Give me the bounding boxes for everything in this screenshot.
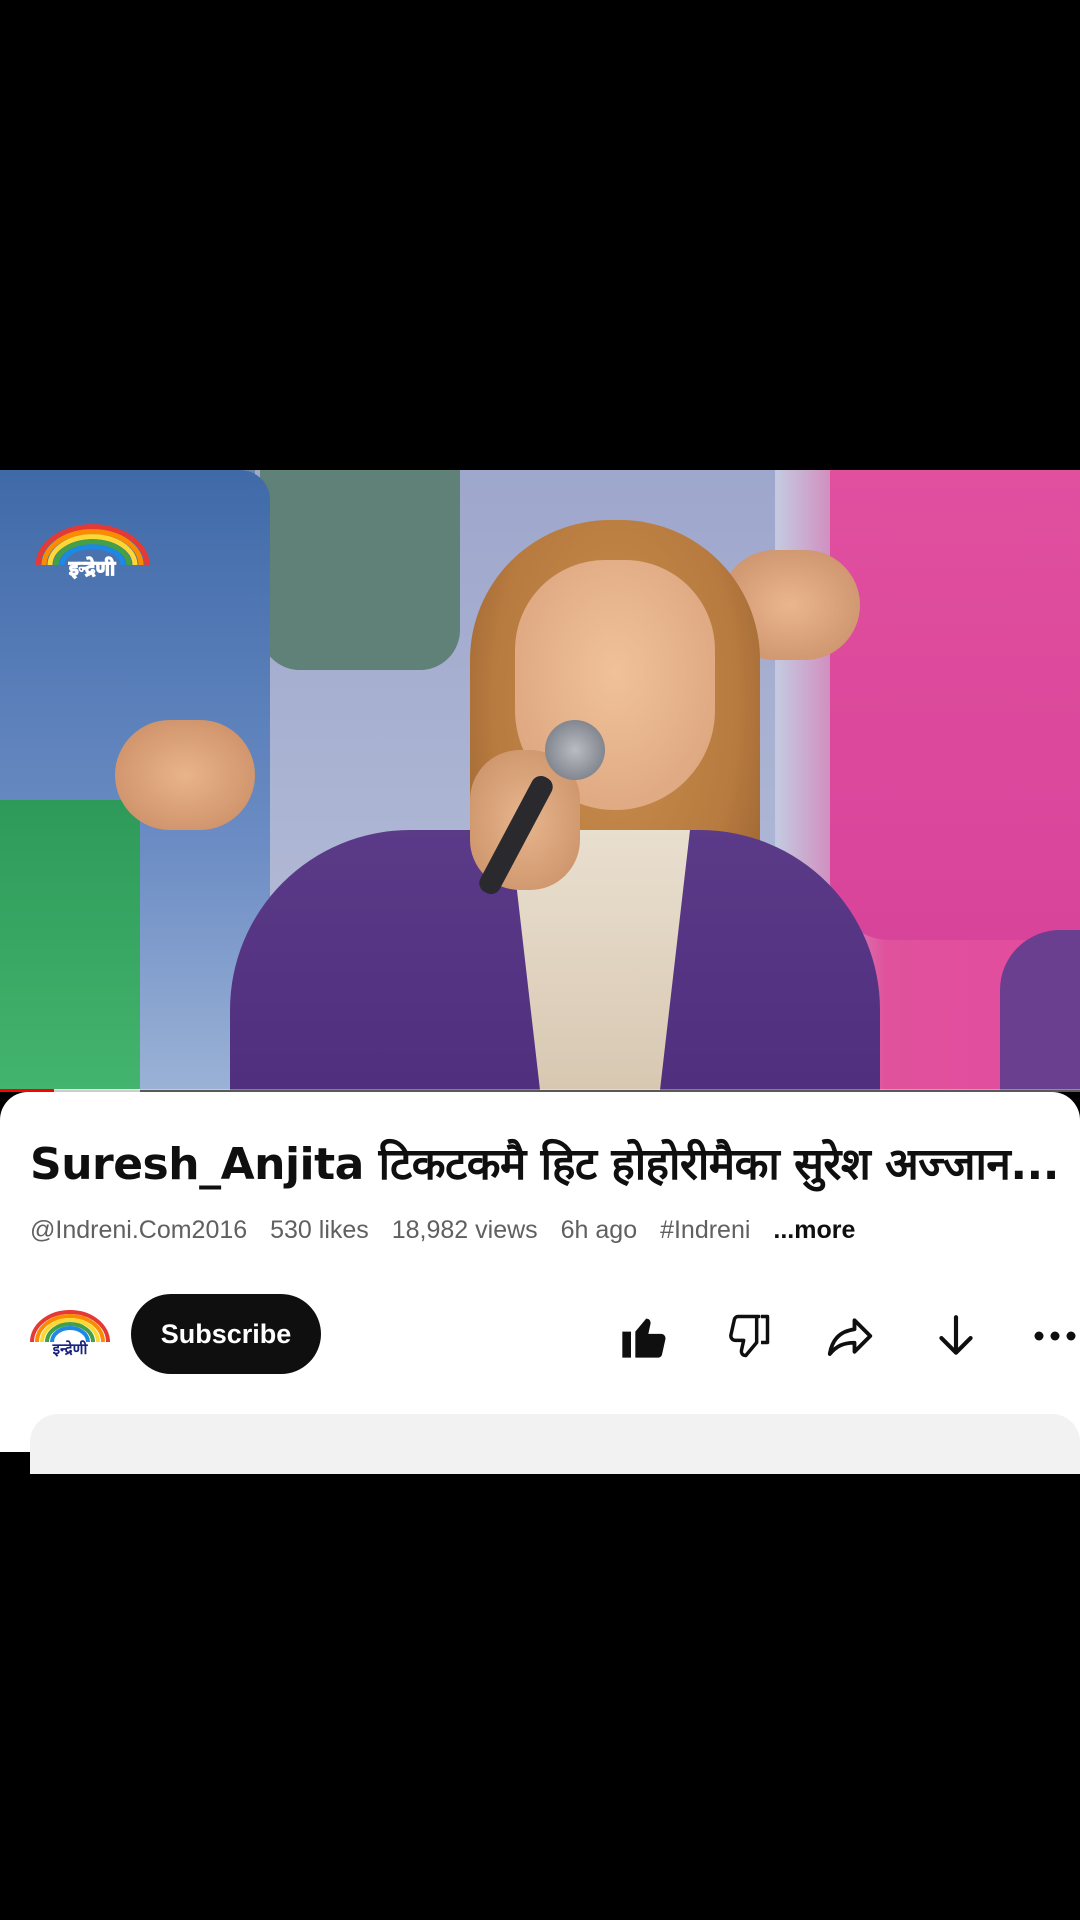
channel-avatar[interactable]: इन्द्रेणी [28, 1298, 112, 1368]
download-icon [939, 1315, 973, 1355]
video-frame-bg [830, 470, 1080, 940]
like-button[interactable] [614, 1306, 674, 1366]
subscribe-button[interactable]: Subscribe [131, 1294, 321, 1374]
microphone [545, 720, 605, 780]
video-frame-bg [260, 470, 460, 670]
video-info-panel: Suresh_Anjita टिकटकमै हिट होहोरीमैका सुर… [0, 1092, 1080, 1474]
channel-watermark-logo: इन्द्रेणी [35, 524, 150, 581]
more-button[interactable]: ...more [773, 1216, 855, 1244]
share-icon [827, 1318, 873, 1356]
action-row: इन्द्रेणी Subscribe [0, 1292, 1080, 1377]
video-player[interactable]: इन्द्रेणी [0, 470, 1080, 1090]
like-count: 530 likes [270, 1216, 369, 1244]
comments-preview[interactable] [30, 1414, 1080, 1474]
view-count: 18,982 views [391, 1216, 538, 1244]
download-button[interactable] [926, 1306, 986, 1366]
upload-age: 6h ago [560, 1216, 638, 1244]
dislike-button[interactable] [718, 1306, 778, 1366]
hashtag-link[interactable]: #Indreni [660, 1216, 750, 1244]
more-icon [1034, 1331, 1076, 1341]
screen: इन्द्रेणी Suresh_Anjita टिकटकमै हिट होहो… [0, 0, 1080, 1920]
video-frame-bg [115, 720, 255, 830]
channel-handle[interactable]: @Indreni.Com2016 [30, 1216, 247, 1244]
thumbs-up-icon [622, 1318, 666, 1358]
more-actions-button[interactable] [1030, 1306, 1080, 1366]
video-frame-bg [0, 800, 140, 1090]
video-title[interactable]: Suresh_Anjita टिकटकमै हिट होहोरीमैका सुर… [30, 1132, 1070, 1192]
avatar-text: इन्द्रेणी [52, 1340, 89, 1358]
share-button[interactable] [820, 1306, 880, 1366]
video-frame-bg [1000, 930, 1080, 1090]
video-meta[interactable]: @Indreni.Com2016 530 likes 18,982 views … [30, 1216, 1070, 1245]
thumbs-down-icon [729, 1314, 770, 1358]
watermark-text: इन्द्रेणी [68, 556, 116, 580]
